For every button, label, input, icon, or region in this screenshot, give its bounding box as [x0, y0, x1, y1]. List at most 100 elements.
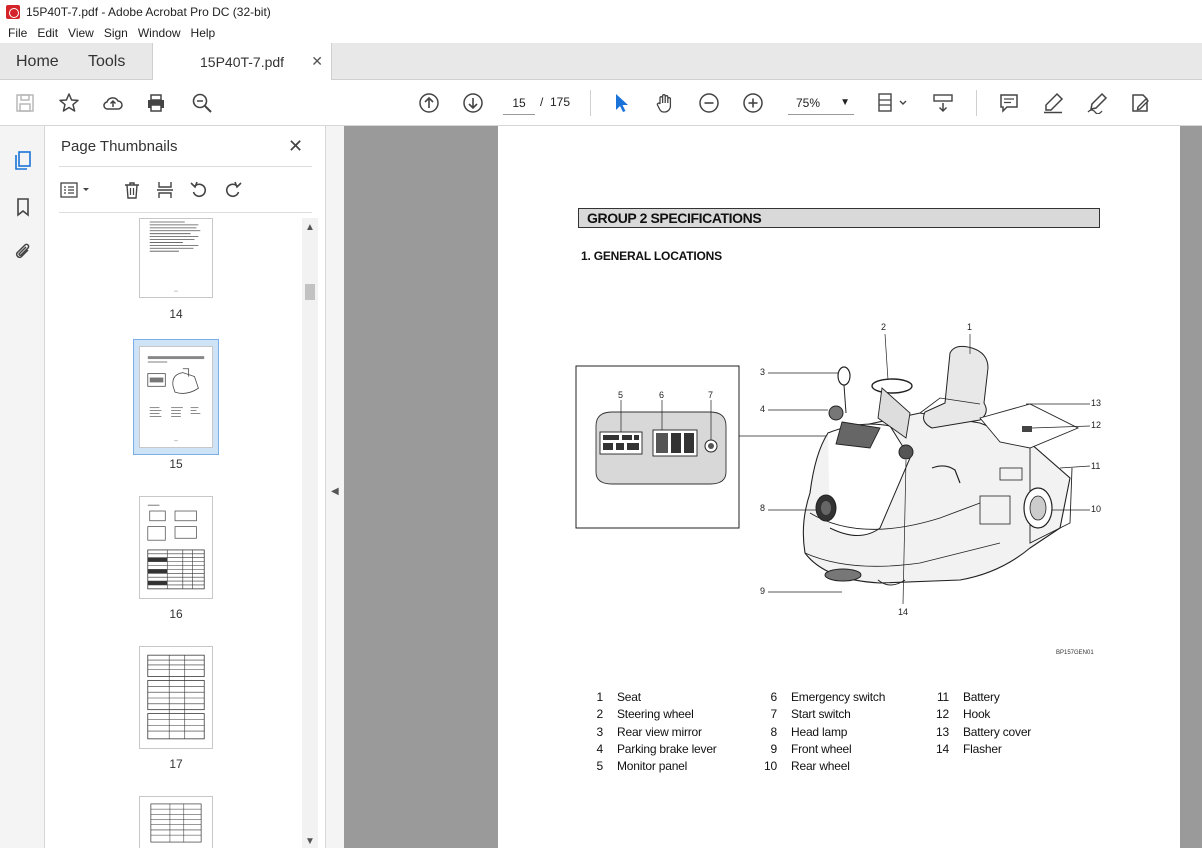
save-icon[interactable] [13, 91, 37, 115]
tab-document[interactable]: 15P40T-7.pdf ✕ [152, 43, 332, 81]
zoom-search-icon[interactable] [190, 91, 214, 115]
toolbar-divider [590, 90, 591, 116]
scroll-mode-icon[interactable] [931, 91, 955, 115]
hand-tool-icon[interactable] [653, 91, 677, 115]
thumbnail-page-14[interactable] [139, 218, 213, 298]
thumbnail-preview [149, 221, 201, 292]
callout-13: 13 [1091, 398, 1102, 408]
front-wheel [824, 568, 862, 582]
zoom-level-select[interactable]: 75% ▼ [788, 91, 854, 115]
toolbar: 15 / 175 75% ▼ [0, 80, 1202, 126]
callout-2: 2 [881, 322, 887, 332]
chevron-up-icon[interactable]: ▲ [305, 222, 315, 233]
upload-cloud-icon[interactable] [101, 91, 125, 115]
rear-view-mirror [837, 366, 851, 386]
print-icon[interactable] [144, 91, 168, 115]
seat [923, 345, 989, 429]
legend-item: 12 Hook [936, 707, 991, 722]
rotate-clockwise-icon[interactable] [221, 178, 245, 202]
close-panel-icon[interactable]: ✕ [288, 136, 303, 157]
callout-12: 12 [1091, 420, 1102, 430]
acrobat-logo-icon [6, 4, 20, 19]
thumbnail-preview [147, 504, 205, 590]
legend-column-1: 1 Seat 2 Steering wheel 3 Rear view mirror … [581, 689, 717, 775]
extract-page-icon[interactable] [153, 178, 177, 202]
title-bar: 15P40T-7.pdf - Adobe Acrobat Pro DC (32-… [0, 0, 1202, 23]
edit-pdf-icon[interactable] [1128, 91, 1152, 115]
divider [59, 166, 312, 167]
vehicle-diagram [575, 333, 1091, 605]
legend-column-3: 11 Battery 12 Hook 13 Battery cover 14 Flash… [927, 689, 1031, 758]
previous-page-icon[interactable] [417, 91, 441, 115]
zoom-in-icon[interactable] [741, 91, 765, 115]
callout-4: 4 [760, 404, 766, 414]
chevron-down-icon[interactable]: ▼ [305, 836, 315, 847]
menu-help[interactable]: Help [186, 26, 221, 40]
legend-item: 6 Emergency switch [770, 690, 886, 704]
callout-1: 1 [967, 322, 973, 332]
thumbnail-page-18[interactable] [139, 796, 213, 848]
section-header-text: GROUP 2 SPECIFICATIONS [587, 210, 762, 226]
legend-item: 14 Flasher [936, 741, 1002, 756]
close-tab-icon[interactable]: ✕ [311, 53, 323, 70]
page-number-input[interactable]: 15 [503, 91, 535, 115]
thumbnails-scrollbar[interactable]: ▲ ▼ [302, 218, 318, 848]
menu-view[interactable]: View [63, 26, 99, 40]
thumbnail-label: 17 [169, 757, 183, 771]
legend-item: 13 Battery cover [936, 724, 1032, 739]
legend-item: 9 Front wheel [770, 741, 852, 756]
menu-sign[interactable]: Sign [99, 26, 133, 40]
thumbnail-label: 15 [169, 457, 183, 471]
highlight-pen-icon[interactable] [1041, 91, 1065, 115]
callout-6: 6 [659, 390, 665, 400]
flasher [898, 444, 914, 460]
legend-column-2: 6 Emergency switch 7 Start switch 8 Head la… [755, 689, 885, 775]
delete-page-icon[interactable] [120, 178, 144, 202]
menu-window[interactable]: Window [133, 26, 186, 40]
rotate-counterclockwise-icon[interactable] [187, 178, 211, 202]
page-thumbnails-icon[interactable] [10, 147, 36, 173]
select-pointer-icon[interactable] [609, 91, 633, 115]
attachment-icon[interactable] [10, 239, 36, 265]
callout-14: 14 [898, 607, 909, 617]
legend-item: 11 Battery [936, 690, 1000, 704]
comment-icon[interactable] [997, 91, 1021, 115]
hook [1022, 426, 1032, 432]
callout-5: 5 [618, 390, 624, 400]
legend-item: 2 Steering wheel [596, 707, 694, 722]
page-fit-icon[interactable] [876, 91, 910, 115]
zoom-level-value: 75% [796, 96, 821, 110]
callout-9: 9 [760, 586, 766, 596]
callout-8: 8 [760, 503, 766, 513]
next-page-icon[interactable] [461, 91, 485, 115]
tab-document-label: 15P40T-7.pdf [200, 54, 285, 70]
collapse-panel-icon[interactable]: ◀ [331, 486, 339, 497]
zoom-out-icon[interactable] [697, 91, 721, 115]
tab-bar: Home Tools 15P40T-7.pdf ✕ [0, 43, 1202, 81]
menu-bar: File Edit View Sign Window Help [0, 23, 1202, 43]
tab-tools[interactable]: Tools [88, 53, 125, 71]
page-separator: / [540, 95, 544, 109]
thumbnail-label: 14 [169, 307, 183, 321]
figure-code: BP157GEN01 [1056, 650, 1094, 656]
thumbnail-preview [150, 803, 202, 843]
star-icon[interactable] [57, 91, 81, 115]
thumbnail-page-17[interactable] [139, 646, 213, 749]
bookmark-icon[interactable] [10, 194, 36, 220]
callout-11: 11 [1091, 461, 1101, 471]
left-navigation-rail [0, 126, 45, 848]
thumbnail-page-15[interactable] [139, 346, 213, 448]
menu-edit[interactable]: Edit [32, 26, 63, 40]
legend-item: 3 Rear view mirror [596, 724, 702, 739]
thumbnail-page-16[interactable] [139, 496, 213, 599]
legend-item: 7 Start switch [770, 707, 851, 722]
callout-10: 10 [1091, 504, 1102, 514]
menu-file[interactable]: File [3, 26, 32, 40]
section-header: GROUP 2 SPECIFICATIONS [578, 208, 1100, 228]
options-menu-icon[interactable] [59, 178, 95, 202]
sign-pen-icon[interactable] [1085, 91, 1109, 115]
subheading: 1. GENERAL LOCATIONS [581, 249, 722, 263]
tab-home[interactable]: Home [16, 53, 59, 71]
scroll-thumb[interactable] [305, 284, 315, 300]
legend-item: 8 Head lamp [770, 724, 848, 739]
